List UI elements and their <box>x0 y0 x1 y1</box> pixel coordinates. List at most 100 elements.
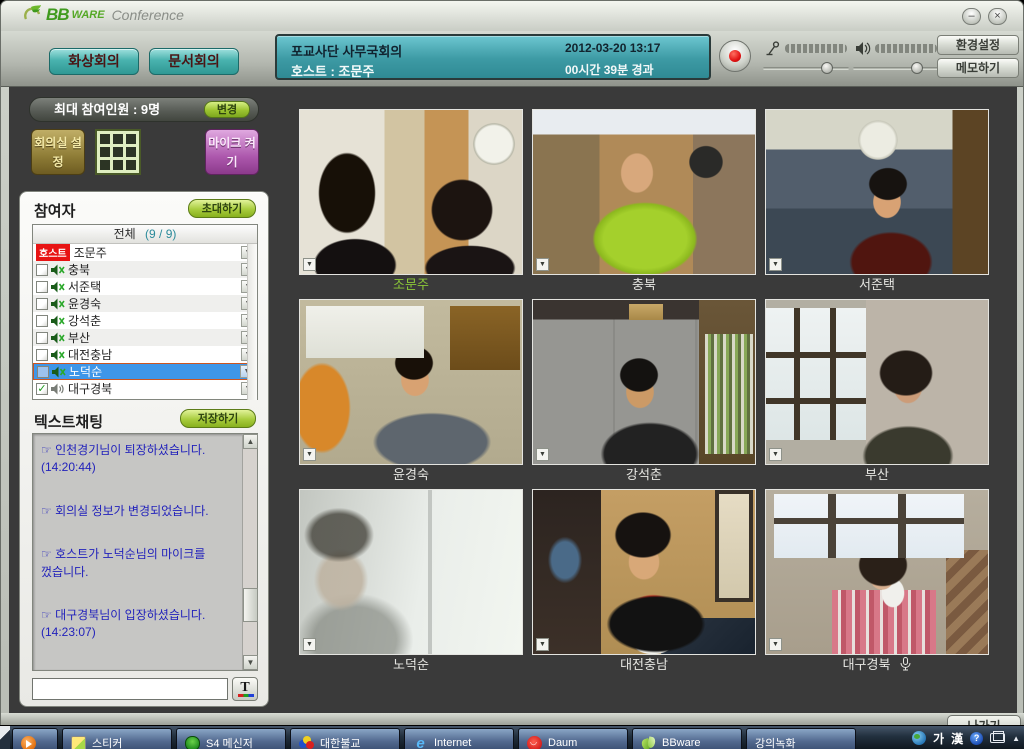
video-feed: ▼ <box>765 299 989 465</box>
video-options-button[interactable]: ▼ <box>769 638 782 651</box>
participant-list-scrollbar[interactable] <box>247 244 257 400</box>
video-options-button[interactable]: ▼ <box>536 448 549 461</box>
video-options-button[interactable]: ▼ <box>769 258 782 271</box>
participant-row[interactable]: ✓ 대구경북 ▼ <box>33 380 257 397</box>
participant-checkbox[interactable] <box>36 349 48 361</box>
logo-text-app: Conference <box>112 7 184 23</box>
participant-row[interactable]: 대전충남 ▼ <box>33 346 257 363</box>
chat-message: ☞ 인천경기님이 퇴장하셨습니다. (14:20:44) <box>41 442 238 477</box>
participant-row[interactable]: 강석춘 ▼ <box>33 312 257 329</box>
minimize-button[interactable]: – <box>962 8 981 25</box>
app-window: BB WARE Conference – × 화상회의 문서회의 포교사단 사무… <box>0 0 1024 727</box>
memo-button[interactable]: 메모하기 <box>937 58 1019 78</box>
font-color-bar <box>238 694 254 697</box>
participant-row[interactable]: 윤경숙 ▼ <box>33 295 257 312</box>
invite-button[interactable]: 초대하기 <box>188 199 256 218</box>
logo-leaf-icon <box>23 5 43 25</box>
ime-hanja-indicator[interactable]: 漢 <box>951 730 963 747</box>
daum-icon <box>527 736 542 749</box>
participant-checkbox[interactable] <box>36 281 48 293</box>
video-options-button[interactable]: ▼ <box>303 258 316 271</box>
logo-text-bb: BB <box>46 5 69 25</box>
settings-button[interactable]: 환경설정 <box>937 35 1019 55</box>
video-cell: ▼ 대구경북 <box>765 489 989 679</box>
meeting-datetime: 2012-03-20 13:17 <box>565 41 660 55</box>
video-label: 충북 <box>532 275 756 297</box>
video-label: 윤경숙 <box>299 465 523 487</box>
speaker-slider-thumb[interactable] <box>911 62 923 74</box>
speaker-volume-slider[interactable] <box>853 63 939 73</box>
participant-checkbox[interactable] <box>36 315 48 327</box>
list-total-label: 전체 <box>114 227 136 241</box>
participant-row[interactable]: 충북 ▼ <box>33 261 257 278</box>
scroll-thumb[interactable] <box>243 588 258 622</box>
scroll-down-arrow[interactable]: ▼ <box>243 655 258 670</box>
participant-name: 대구경북 <box>68 380 241 397</box>
video-label: 서준택 <box>765 275 989 297</box>
taskbar-item-internet[interactable]: eInternet <box>404 728 514 749</box>
scroll-up-arrow[interactable]: ▲ <box>243 434 258 449</box>
video-grid: ▼ 조문주 ▼ 충북 ▼ 서준택 ▼ 윤경숙 ▼ 강석춘 ▼ 부산 <box>299 109 989 679</box>
video-options-button[interactable]: ▼ <box>303 638 316 651</box>
participant-checkbox-checked[interactable]: ✓ <box>36 383 48 395</box>
ime-help-icon[interactable]: ? <box>970 732 983 745</box>
microphone-icon <box>765 41 781 57</box>
font-color-button[interactable]: T <box>232 677 258 701</box>
room-settings-button[interactable]: 회의실 설정 <box>31 129 85 175</box>
mic-volume-slider[interactable] <box>763 63 849 73</box>
host-badge: 호스트 <box>36 244 70 261</box>
tray-expand-arrow[interactable]: ▲ <box>1012 734 1020 743</box>
video-label: 강석춘 <box>532 465 756 487</box>
record-dot-icon <box>729 50 741 62</box>
participant-row-host[interactable]: 호스트 조문주 ▼ <box>33 244 257 261</box>
video-options-button[interactable]: ▼ <box>536 638 549 651</box>
speaker-muted-icon <box>52 366 66 378</box>
language-bar-globe-icon[interactable] <box>912 731 926 745</box>
mic-volume-group <box>763 39 849 79</box>
chat-input[interactable] <box>32 678 228 700</box>
tab-document-conference[interactable]: 문서회의 <box>149 48 239 75</box>
chat-scrollbar[interactable]: ▲ ▼ <box>242 434 257 670</box>
taskbar-item-bbware[interactable]: BBware <box>632 728 742 749</box>
mic-on-button[interactable]: 마이크 켜기 <box>205 129 259 175</box>
participant-checkbox[interactable] <box>36 332 48 344</box>
video-cell: ▼ 서준택 <box>765 109 989 299</box>
video-options-button[interactable]: ▼ <box>303 448 316 461</box>
save-chat-button[interactable]: 저장하기 <box>180 409 256 428</box>
participant-checkbox[interactable] <box>37 366 49 378</box>
mic-slider-thumb[interactable] <box>821 62 833 74</box>
video-options-button[interactable]: ▼ <box>536 258 549 271</box>
taskbar-item-media[interactable] <box>12 728 58 749</box>
bbware-leaf-icon <box>641 736 656 749</box>
close-button[interactable]: × <box>988 8 1007 25</box>
change-button[interactable]: 변경 <box>204 101 250 118</box>
speaker-muted-icon <box>51 315 65 327</box>
taskbar-edge-fragment <box>0 726 10 749</box>
layout-grid-button[interactable] <box>95 129 141 175</box>
video-cell: ▼ 충북 <box>532 109 756 299</box>
taskbar-item-daum[interactable]: Daum <box>518 728 628 749</box>
taskbar-item-recording[interactable]: 강의녹화 <box>746 728 856 749</box>
participants-title: 참여자 <box>34 200 75 221</box>
ime-korean-indicator[interactable]: 가 <box>933 730 944 747</box>
conference-app: BB WARE Conference – × 화상회의 문서회의 포교사단 사무… <box>0 0 1024 749</box>
speaker-muted-icon <box>51 281 65 293</box>
tab-video-conference[interactable]: 화상회의 <box>49 48 139 75</box>
participant-row[interactable]: 부산 ▼ <box>33 329 257 346</box>
speaker-on-icon <box>51 383 65 395</box>
taskbar-item-sticker[interactable]: 스티커 <box>62 728 172 749</box>
max-participants-label: 최대 참여인원 : 9명 <box>54 102 160 117</box>
video-options-button[interactable]: ▼ <box>769 448 782 461</box>
chat-messages: ☞ 인천경기님이 퇴장하셨습니다. (14:20:44) ☞ 회의실 정보가 변… <box>33 434 242 670</box>
video-feed: ▼ <box>532 489 756 655</box>
participant-row[interactable]: 서준택 ▼ <box>33 278 257 295</box>
participant-checkbox[interactable] <box>36 298 48 310</box>
record-button[interactable] <box>719 40 751 72</box>
chat-message: ☞ 호스트가 노덕순님의 마이크를 껐습니다. <box>41 546 238 581</box>
taskbar-item-messenger[interactable]: S4 메신저 <box>176 728 286 749</box>
chat-log: ☞ 인천경기님이 퇴장하셨습니다. (14:20:44) ☞ 회의실 정보가 변… <box>32 433 258 671</box>
taskbar-item-buddhism[interactable]: 대한불교 <box>290 728 400 749</box>
participant-checkbox[interactable] <box>36 264 48 276</box>
ime-pad-icon[interactable] <box>990 733 1005 743</box>
participant-row-selected[interactable]: 노덕순 ▼ <box>33 363 257 380</box>
